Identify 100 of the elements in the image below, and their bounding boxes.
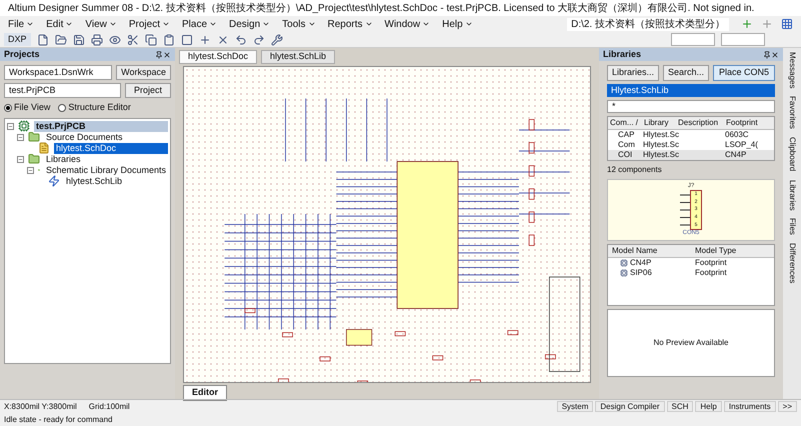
filter-field[interactable]: * <box>607 100 775 113</box>
panel-button[interactable]: System <box>556 401 594 412</box>
library-button[interactable]: Libraries... <box>607 65 660 81</box>
table-cell: SIP06 <box>630 267 652 279</box>
undo-icon[interactable] <box>234 34 247 46</box>
collapse-toggle[interactable] <box>7 122 14 130</box>
no-preview-text: No Preview Available <box>653 337 728 349</box>
cut-icon[interactable] <box>126 34 139 46</box>
side-tab[interactable]: Differences <box>786 243 798 284</box>
file-icon[interactable] <box>36 34 49 46</box>
side-tab[interactable]: Clipboard <box>786 137 798 172</box>
caret-icon <box>364 20 373 28</box>
editor-tab[interactable]: Editor <box>183 385 227 400</box>
component-row[interactable]: Com Hlytest.Sc LSOP_4( <box>608 140 774 150</box>
pin-icon[interactable] <box>763 50 771 58</box>
menu-item[interactable]: Project <box>128 16 160 32</box>
menu-item[interactable]: Tools <box>282 16 306 32</box>
tree-item[interactable]: hlytest.SchDoc <box>54 142 168 154</box>
side-tab[interactable]: Messages <box>786 52 798 88</box>
menu-item[interactable]: File <box>8 16 24 32</box>
column-header[interactable]: Model Name <box>608 245 691 257</box>
column-header[interactable]: Com... / <box>608 117 642 129</box>
component-row[interactable]: COI Hlytest.Sc CN4P <box>608 150 774 160</box>
radio-button[interactable] <box>58 104 66 112</box>
eye-icon[interactable] <box>108 34 121 46</box>
project-button[interactable]: Project <box>124 83 171 98</box>
wrench-icon[interactable] <box>270 34 283 46</box>
menu-item[interactable]: Help <box>442 16 463 32</box>
tree-item[interactable]: hlytest.SchLib <box>64 176 168 186</box>
tree-item[interactable]: test.PrjPCB <box>34 120 168 132</box>
collapse-toggle[interactable] <box>17 134 24 140</box>
dxp-button[interactable]: DXP <box>4 32 31 46</box>
library-combobox[interactable]: Hlytest.SchLib <box>607 84 775 97</box>
caret-icon <box>26 20 34 28</box>
collapse-toggle[interactable] <box>17 156 24 162</box>
redo-icon[interactable] <box>252 34 265 46</box>
panel-button[interactable]: Instruments <box>724 401 776 412</box>
print-icon[interactable] <box>90 34 103 46</box>
footprint-icon <box>620 269 628 277</box>
table-cell-text: Footprint <box>694 257 728 269</box>
table-cell: CN4P <box>725 150 746 159</box>
document-tab[interactable]: hlytest.SchDoc <box>179 50 258 64</box>
close-icon[interactable] <box>771 50 779 58</box>
save-icon[interactable] <box>72 34 85 46</box>
menu-item[interactable]: View <box>85 16 107 32</box>
clipboard-icon[interactable] <box>162 34 175 46</box>
caret-icon <box>422 20 430 28</box>
menu-item[interactable]: Design <box>229 16 260 32</box>
collapse-toggle[interactable] <box>27 166 34 174</box>
table-cell: Hlytest.Sc <box>643 130 680 139</box>
path-combobox[interactable]: D:\2. 技术资料（按照技术类型分） <box>567 18 729 30</box>
document-tab[interactable]: hlytest.SchLib <box>261 50 336 64</box>
table-cell: CN4P <box>630 257 652 269</box>
menu-item[interactable]: Place <box>182 16 207 32</box>
close-icon[interactable] <box>216 34 229 46</box>
caret-icon <box>108 20 117 28</box>
side-tab[interactable]: Favorites <box>786 96 798 130</box>
plus-icon[interactable] <box>198 34 211 46</box>
document-icon <box>38 142 50 154</box>
library-button[interactable]: Search... <box>663 65 710 81</box>
close-icon[interactable] <box>163 50 171 58</box>
pin-icon[interactable] <box>155 50 163 58</box>
column-header[interactable]: Library <box>642 117 676 129</box>
side-tab[interactable]: Files <box>786 218 798 236</box>
table-cell: COI <box>618 150 632 159</box>
menu-item[interactable]: Edit <box>46 16 64 32</box>
copy-icon[interactable] <box>144 34 157 46</box>
workspace-combobox[interactable]: Workspace1.DsnWrk <box>4 65 112 80</box>
workspace-button[interactable]: Workspace <box>116 65 171 80</box>
grid-icon[interactable] <box>781 18 793 30</box>
library-button[interactable]: Place CON5 <box>713 65 775 81</box>
library-icon <box>48 175 60 187</box>
side-tab[interactable]: Libraries <box>786 180 798 210</box>
plus-icon[interactable] <box>741 18 753 30</box>
tree-item[interactable]: Schematic Library Documents <box>44 164 168 176</box>
panel-button[interactable]: >> <box>778 401 797 412</box>
menu-item[interactable]: Reports <box>328 16 363 32</box>
panel-button[interactable]: Design Compiler <box>595 401 665 412</box>
menu-item[interactable]: Window <box>384 16 420 32</box>
caret-icon <box>65 20 74 28</box>
panel-button[interactable]: Help <box>695 401 722 412</box>
caret-icon <box>162 20 170 28</box>
component-row[interactable]: CAP Hlytest.Sc 0603C <box>608 130 774 140</box>
radio-button[interactable] <box>4 104 12 112</box>
panel-button[interactable]: SCH <box>666 401 694 412</box>
dropdown-field[interactable] <box>671 33 715 46</box>
project-field[interactable]: test.PrjPCB <box>4 83 121 98</box>
caret-icon <box>262 20 270 28</box>
tree-item[interactable]: Libraries <box>44 154 168 164</box>
radio-label: Structure Editor <box>68 101 131 114</box>
column-header[interactable]: Model Type <box>691 245 774 257</box>
caret-icon <box>209 20 217 28</box>
component-count: 12 components <box>607 164 663 176</box>
column-header[interactable]: Footprint <box>724 117 774 129</box>
square-icon[interactable] <box>180 34 193 46</box>
dropdown-field[interactable] <box>721 33 765 46</box>
tree-item[interactable]: Source Documents <box>44 132 168 142</box>
table-cell: 0603C <box>725 130 749 139</box>
column-header[interactable]: Description <box>676 117 724 129</box>
radio-label: File View <box>14 101 50 114</box>
